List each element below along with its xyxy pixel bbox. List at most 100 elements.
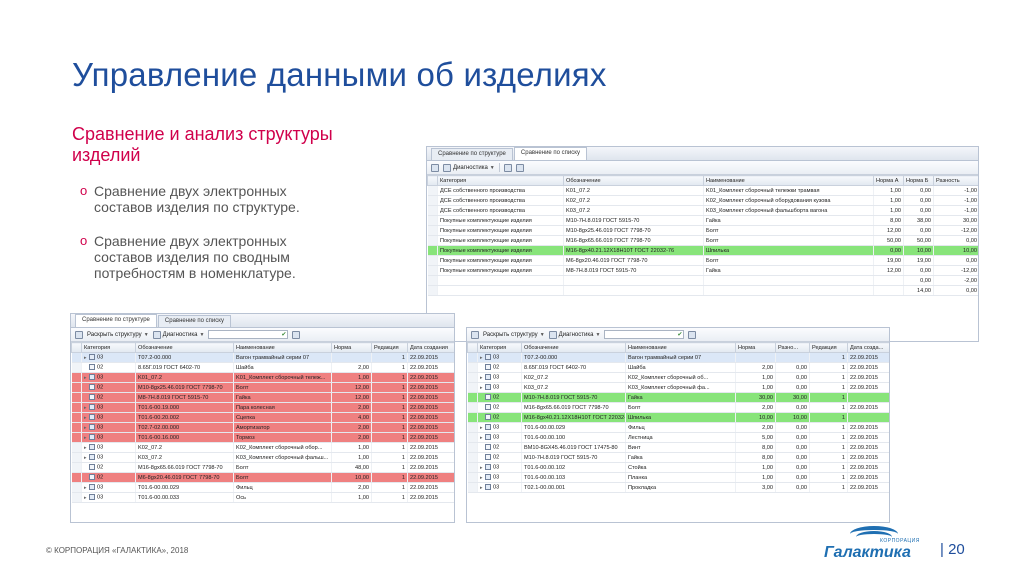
column-header[interactable]: Норма xyxy=(735,342,776,353)
row-gutter[interactable] xyxy=(71,452,82,463)
table-icon[interactable] xyxy=(471,330,479,339)
table-row[interactable]: Покупные комплектующие изделия M10-7H.8.0… xyxy=(427,215,978,226)
row-gutter[interactable] xyxy=(467,402,478,413)
table-row[interactable]: Покупные комплектующие изделия M16-8gx65.… xyxy=(427,235,978,246)
table-row[interactable]: 0,00 -2,00 xyxy=(427,275,978,286)
column-header[interactable]: Наименование xyxy=(703,175,874,186)
column-header[interactable]: Обозначение xyxy=(521,342,626,353)
table-row[interactable]: ▸ 03 T01.6-00.00.029 Фильц 2,00 0,00 1 22.09.20… xyxy=(467,422,889,433)
column-header[interactable]: Норма xyxy=(331,342,372,353)
row-gutter[interactable] xyxy=(71,472,82,483)
column-header[interactable]: Разно... xyxy=(775,342,810,353)
table-row[interactable]: ▸ 03 T01.6-00.00.102 Стойка 1,00 0,00 1 22.09.2… xyxy=(467,462,889,473)
row-gutter[interactable] xyxy=(467,442,478,453)
column-header[interactable]: Разность xyxy=(933,175,978,186)
row-gutter[interactable] xyxy=(71,372,82,383)
table-row[interactable]: ▸ 03 T01.6-00.16.000 Тормоз 2,00 1 22.09.2015 xyxy=(71,432,454,443)
export-icon[interactable] xyxy=(292,330,301,339)
column-header[interactable]: Категория xyxy=(81,342,136,353)
table-row[interactable]: 02 M10-7H.8.019 ГОСТ 5915-70 Гайка 30,00 30,… xyxy=(467,392,889,403)
column-header[interactable]: Категория xyxy=(477,342,522,353)
table-icon[interactable] xyxy=(431,163,439,172)
table-row[interactable]: Покупные комплектующие изделия M6-8gx20.4… xyxy=(427,255,978,266)
table-row[interactable]: 02 M10-7H.8.019 ГОСТ 5915-70 Гайка 8,00 0,00… xyxy=(467,452,889,463)
table-row[interactable]: ▸ 03 T01.6-00.00.103 Планка 1,00 0,00 1 22.09.2… xyxy=(467,472,889,483)
table-row[interactable]: ▸ 03 T07.2-00.000 Вагон трамвайный серии 07… xyxy=(71,352,454,363)
column-header[interactable]: Норма A xyxy=(873,175,904,186)
row-gutter[interactable] xyxy=(467,382,478,393)
table-row[interactable]: Покупные комплектующие изделия M8-7H.8.01… xyxy=(427,265,978,276)
expand-structure-button[interactable]: Раскрыть структуру ▼ xyxy=(87,332,149,338)
table-row[interactable]: 02 M16-8gx40.21.12X18H10T ГОСТ 22032-76 Шп… xyxy=(467,412,889,423)
row-gutter[interactable] xyxy=(467,452,478,463)
expand-structure-button[interactable]: Раскрыть структуру ▼ xyxy=(483,332,545,338)
table-row[interactable]: ДСЕ собственного производства K02_07.2 K02… xyxy=(427,195,978,206)
table-row[interactable]: 02 8.65Г.019 ГОСТ 6402-70 Шайба 2,00 1 22.09.… xyxy=(71,362,454,373)
search-input[interactable]: ✔ xyxy=(208,330,289,339)
row-gutter[interactable] xyxy=(427,195,438,206)
row-gutter[interactable] xyxy=(467,392,478,403)
row-gutter[interactable] xyxy=(71,422,82,433)
tab-compare-structure[interactable]: Сравнение по структуре xyxy=(75,314,157,327)
table-row[interactable]: Покупные комплектующие изделия M16-8gx40.… xyxy=(427,245,978,256)
diagnostics-button[interactable]: Диагностика ▼ xyxy=(548,330,600,339)
search-go-icon[interactable]: ✔ xyxy=(281,331,286,339)
table-row[interactable]: ▸ 03 T01.6-00.20.002 Сцепка 4,00 1 22.09.2015 xyxy=(71,412,454,423)
tab-compare-list[interactable]: Сравнение по списку xyxy=(157,315,231,327)
table-row[interactable]: ▸ 03 T01.6-00.00.029 Фильц 2,00 1 22.09.2015 xyxy=(71,482,454,493)
table-row[interactable]: 02 M8-7H.8.019 ГОСТ 5915-70 Гайка 12,00 1 22.… xyxy=(71,392,454,403)
diagnostics-button[interactable]: Диагностика ▼ xyxy=(152,330,204,339)
row-gutter[interactable] xyxy=(427,215,438,226)
tab-compare-structure[interactable]: Сравнение по структуре xyxy=(431,148,513,160)
export-icon[interactable] xyxy=(515,163,524,172)
table-row[interactable]: 02 8.65Г.019 ГОСТ 6402-70 Шайба 2,00 0,00 1 22… xyxy=(467,362,889,373)
row-gutter[interactable] xyxy=(467,462,478,473)
table-row[interactable]: 02 M6-8gx20.46.019 ГОСТ 7798-70 Болт 10,00 1… xyxy=(71,472,454,483)
table-row[interactable]: ▸ 03 T07.2-00.000 Вагон трамвайный серии 07… xyxy=(467,352,889,363)
row-gutter[interactable] xyxy=(71,382,82,393)
row-gutter[interactable] xyxy=(71,352,82,363)
table-row[interactable]: 02 M10-8gx25.46.019 ГОСТ 7798-70 Болт 12,00… xyxy=(71,382,454,393)
table-row[interactable]: ▸ 03 T01.6-00.19.000 Пара колесная 2,00 1 22.0… xyxy=(71,402,454,413)
table-row[interactable]: ▸ 03 T01.6-00.00.100 Лестница 5,00 0,00 1 22.09… xyxy=(467,432,889,443)
row-gutter[interactable] xyxy=(427,205,438,216)
row-gutter[interactable] xyxy=(71,432,82,443)
table-row[interactable]: 02 BM10-8GX45.46.019 ГОСТ 17475-80 Винт 8,0… xyxy=(467,442,889,453)
diagnostics-button[interactable]: Диагностика ▼ xyxy=(443,163,495,172)
row-gutter[interactable] xyxy=(71,462,82,473)
column-header[interactable]: Обозначение xyxy=(135,342,234,353)
tab-compare-list[interactable]: Сравнение по списку xyxy=(513,147,587,160)
table-row[interactable]: ▸ 03 K02_07.2 K02_Комплект сборочный обор..… xyxy=(71,442,454,453)
row-gutter[interactable] xyxy=(467,352,478,363)
table-row[interactable]: ▸ 03 K01_07.2 K01_Комплект сборочный тележ.… xyxy=(71,372,454,383)
row-gutter[interactable] xyxy=(467,482,478,493)
row-gutter[interactable] xyxy=(467,412,478,423)
table-icon[interactable] xyxy=(75,330,83,339)
row-gutter[interactable] xyxy=(71,392,82,403)
table-row[interactable]: 02 M16-8gx65.66.019 ГОСТ 7798-70 Болт 2,00 0… xyxy=(467,402,889,413)
table-row[interactable]: ▸ 03 T01.6-00.00.033 Ось 1,00 1 22.09.2015 xyxy=(71,492,454,503)
row-gutter[interactable] xyxy=(427,245,438,256)
row-gutter[interactable] xyxy=(467,362,478,373)
row-gutter[interactable] xyxy=(71,442,82,453)
row-gutter[interactable] xyxy=(71,492,82,503)
row-gutter[interactable] xyxy=(467,472,478,483)
row-gutter[interactable] xyxy=(467,422,478,433)
table-row[interactable]: ▸ 03 K03_07.2 K03_Комплект сборочный фа... 1… xyxy=(467,382,889,393)
table-row[interactable]: ▸ 03 T02.1-00.00.001 Прокладка 3,00 0,00 1 22.0… xyxy=(467,482,889,493)
column-header[interactable]: Редакция xyxy=(809,342,848,353)
column-header[interactable]: Редакция xyxy=(371,342,408,353)
column-header[interactable]: Категория xyxy=(437,175,564,186)
table-row[interactable]: 02 M16-8gx65.66.019 ГОСТ 7798-70 Болт 48,00… xyxy=(71,462,454,473)
row-gutter[interactable] xyxy=(427,275,438,286)
row-gutter[interactable] xyxy=(427,235,438,246)
row-gutter[interactable] xyxy=(71,362,82,373)
table-row[interactable]: ▸ 03 K03_07.2 K03_Комплект сборочный фальш.… xyxy=(71,452,454,463)
row-gutter[interactable] xyxy=(427,265,438,276)
row-gutter[interactable] xyxy=(427,255,438,266)
row-gutter[interactable] xyxy=(71,402,82,413)
column-header[interactable]: Наименование xyxy=(625,342,736,353)
table-row[interactable]: ▸ 03 T02.7-02.00.000 Амортизатор 2,00 1 22.09.… xyxy=(71,422,454,433)
print-icon[interactable] xyxy=(503,163,512,172)
row-gutter[interactable] xyxy=(467,432,478,443)
